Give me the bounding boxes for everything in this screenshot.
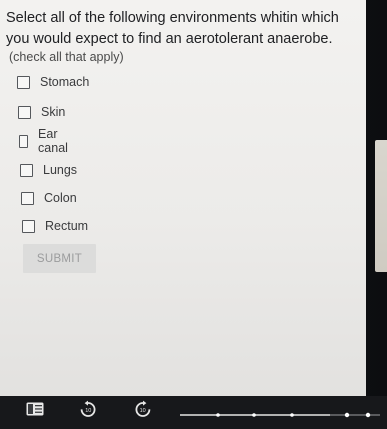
option-rectum[interactable]: Rectum xyxy=(22,218,88,234)
option-colon[interactable]: Colon xyxy=(21,190,77,206)
progress-track[interactable] xyxy=(180,412,380,418)
side-panel-edge xyxy=(375,140,387,272)
checkbox[interactable] xyxy=(19,134,29,148)
question-hint: (check all that apply) xyxy=(9,50,124,64)
option-lungs[interactable]: Lungs xyxy=(20,162,77,178)
option-ear-canal[interactable]: Ear canal xyxy=(19,127,72,155)
progress-marker xyxy=(252,413,256,417)
question-text: Select all of the following environments… xyxy=(6,10,339,47)
progress-marker xyxy=(365,412,371,418)
progress-marker xyxy=(216,413,220,417)
rewind-label: 10 xyxy=(85,408,91,414)
checkbox[interactable] xyxy=(22,219,35,233)
question-screen: Select all of the following environments… xyxy=(0,0,366,400)
option-label: Skin xyxy=(41,105,66,119)
forward-label: 10 xyxy=(140,408,146,414)
option-label: Ear canal xyxy=(38,127,68,155)
checkbox[interactable] xyxy=(17,75,30,89)
option-skin[interactable]: Skin xyxy=(18,104,65,120)
submit-button[interactable]: SUBMIT xyxy=(23,244,96,273)
menu-icon[interactable] xyxy=(26,402,44,416)
option-stomach[interactable]: Stomach xyxy=(17,74,89,90)
option-label: Colon xyxy=(44,191,77,205)
checkbox[interactable] xyxy=(18,105,31,119)
option-label: Rectum xyxy=(45,219,89,233)
progress-marker xyxy=(344,412,350,418)
forward-10-icon[interactable]: 10 xyxy=(134,400,152,418)
option-label: Lungs xyxy=(43,163,78,177)
rewind-10-icon[interactable]: 10 xyxy=(79,400,97,418)
progress-marker xyxy=(290,413,294,417)
checkbox[interactable] xyxy=(20,163,33,177)
option-label: Stomach xyxy=(40,75,90,89)
checkbox[interactable] xyxy=(21,191,34,205)
